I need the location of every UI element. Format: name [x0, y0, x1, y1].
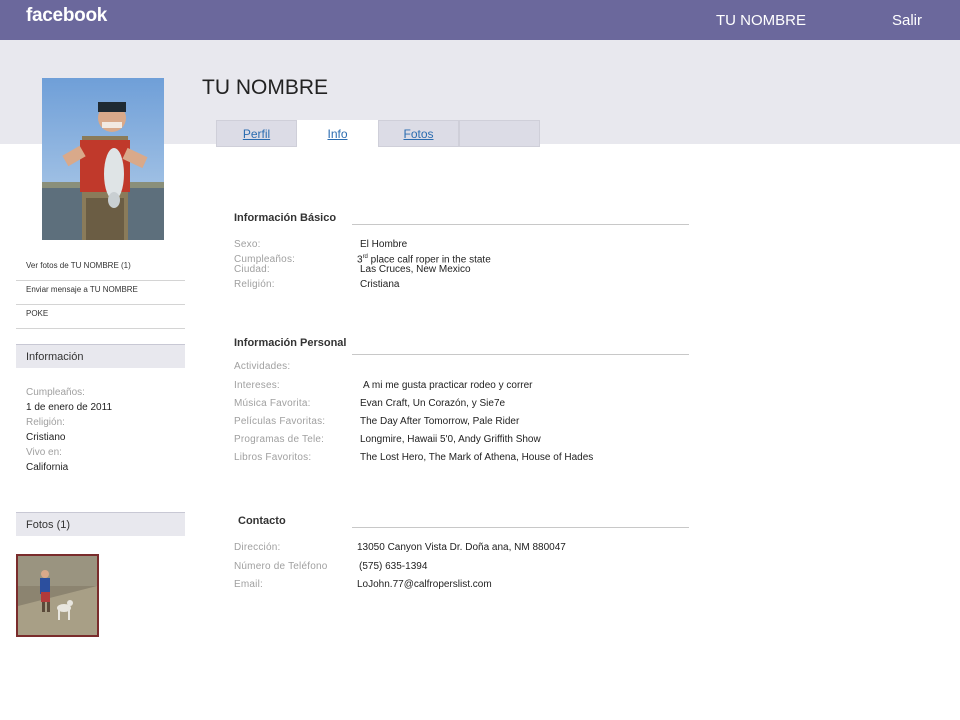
top-navigation-bar: facebook TU NOMBRE Salir — [0, 0, 960, 40]
religion-label: Religión: — [234, 279, 275, 290]
sex-label: Sexo: — [234, 239, 261, 250]
contact-divider — [352, 527, 689, 528]
profile-tabs: Perfil Info Fotos — [216, 120, 540, 147]
music-label: Música Favorita: — [234, 398, 311, 409]
tab-info[interactable]: Info — [297, 120, 378, 147]
sex-value: El Hombre — [360, 239, 408, 250]
tv-value: Longmire, Hawaii 5'0, Andy Griffith Show — [360, 434, 541, 445]
address-label: Dirección: — [234, 542, 281, 553]
books-value: The Lost Hero, The Mark of Athena, House… — [360, 452, 594, 463]
religion-value: Cristiana — [360, 279, 400, 290]
photo-thumbnail-image — [18, 556, 97, 635]
sidebar-fotos-header[interactable]: Fotos (1) — [16, 512, 185, 536]
sidebar-info-label: Vivo en: — [26, 447, 62, 458]
facebook-logo[interactable]: facebook — [26, 5, 107, 27]
interests-value: A mi me gusta practicar rodeo y correr — [363, 380, 533, 391]
page-title: TU NOMBRE — [202, 76, 328, 99]
sidebar-info-list: Cumpleaños: 1 de enero de 2011 Religión:… — [26, 385, 176, 475]
logout-link[interactable]: Salir — [892, 12, 922, 29]
city-value: Las Cruces, New Mexico — [360, 264, 471, 275]
sidebar-info-header: Información — [16, 344, 185, 368]
sidebar-info-value: Cristiano — [26, 432, 66, 443]
top-user-name-link[interactable]: TU NOMBRE — [716, 12, 806, 29]
interests-label: Intereses: — [234, 380, 280, 391]
sidebar-info-value: 1 de enero de 2011 — [26, 402, 113, 413]
movies-value: The Day After Tomorrow, Pale Rider — [360, 416, 520, 427]
tab-perfil[interactable]: Perfil — [216, 120, 297, 147]
email-value[interactable]: LoJohn.77@calfroperslist.com — [357, 579, 492, 590]
contact-title: Contacto — [238, 515, 286, 527]
photo-thumbnail[interactable] — [16, 554, 99, 637]
tab-empty — [459, 120, 540, 147]
sidebar-info-label: Cumpleaños: — [26, 387, 85, 398]
profile-photo[interactable] — [42, 78, 164, 240]
basic-info-divider — [352, 224, 689, 225]
personal-info-title: Información Personal — [234, 337, 347, 349]
view-photos-link[interactable]: Ver fotos de TU NOMBRE (1) — [16, 257, 185, 281]
activities-label: Actividades: — [234, 361, 291, 372]
phone-label: Número de Teléfono — [234, 561, 328, 572]
send-message-link[interactable]: Enviar mensaje a TU NOMBRE — [16, 281, 185, 305]
sidebar-info-value: California — [26, 462, 69, 473]
music-value: Evan Craft, Un Corazón, y Sie7e — [360, 398, 506, 409]
books-label: Libros Favoritos: — [234, 452, 312, 463]
basic-info-title: Información Básico — [234, 212, 337, 224]
sidebar-info-label: Religión: — [26, 417, 65, 428]
poke-link[interactable]: POKE — [16, 305, 185, 329]
address-value: 13050 Canyon Vista Dr. Doña ana, NM 8800… — [357, 542, 566, 553]
phone-value: (575) 635-1394 — [359, 561, 428, 572]
sidebar-links: Ver fotos de TU NOMBRE (1) Enviar mensaj… — [16, 257, 185, 329]
tv-label: Programas de Tele: — [234, 434, 325, 445]
city-label: Ciudad: — [234, 264, 270, 275]
tab-fotos[interactable]: Fotos — [378, 120, 459, 147]
profile-photo-image — [42, 78, 164, 240]
personal-info-divider — [352, 354, 689, 355]
movies-label: Películas Favoritas: — [234, 416, 326, 427]
email-label: Email: — [234, 579, 263, 590]
